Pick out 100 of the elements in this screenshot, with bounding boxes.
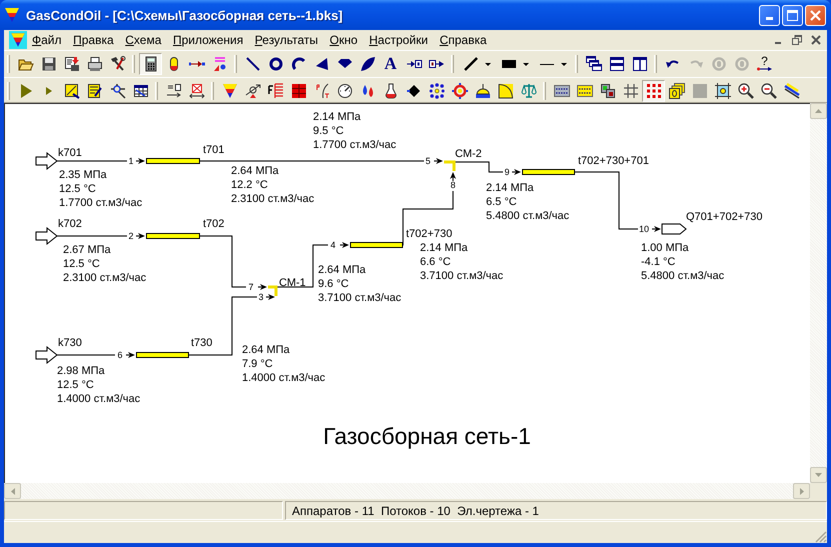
tile-horizontal-icon — [608, 56, 624, 72]
temperature-reading: 12.5 °C — [57, 379, 94, 391]
flow-reading: 1.7700 ст.м3/час — [313, 139, 396, 151]
temperature-reading: -4.1 °C — [641, 256, 676, 268]
flow-reading: 1.7700 ст.м3/час — [59, 197, 142, 209]
temperature-reading: 9.5 °C — [313, 125, 344, 137]
scheme-title: Газосборная сеть-1 — [323, 423, 531, 449]
sink-symbol[interactable] — [662, 224, 687, 234]
value-tag-icon — [576, 83, 592, 99]
drawing-board-icon — [64, 83, 80, 99]
flow-reading: 2.3100 ст.м3/час — [63, 272, 146, 284]
temperature-reading: 12.2 °C — [231, 179, 268, 191]
source-symbol[interactable] — [36, 226, 58, 246]
flow-reading: 1.4000 ст.м3/час — [242, 372, 326, 384]
toolbar-button[interactable] — [139, 53, 162, 75]
pipe-symbol[interactable] — [350, 242, 403, 248]
text-style-icon — [212, 56, 228, 72]
pipe-symbol[interactable] — [146, 233, 200, 239]
restore-icon — [791, 34, 803, 46]
hammer-wrench-icon — [110, 56, 126, 72]
table-icon — [132, 83, 148, 99]
flow-line — [574, 172, 638, 230]
stream-number: 3 — [258, 292, 264, 302]
brush-icon — [784, 83, 800, 99]
funnel-icon — [9, 31, 27, 49]
stream-number: 5 — [426, 156, 430, 166]
pipe-symbol[interactable] — [146, 158, 200, 164]
minimize-icon — [766, 17, 773, 20]
menu-item[interactable]: Результаты — [250, 33, 324, 47]
mixer-symbol[interactable] — [268, 286, 278, 296]
maximize-icon — [786, 8, 799, 22]
flow-reading: 2.3100 ст.м3/час — [231, 193, 314, 205]
flow-reading: 3.7100 ст.м3/час — [318, 292, 402, 304]
window-title: GasCondOil - [C:\Схемы\Газосборная сеть--1.bks] — [26, 8, 344, 22]
maximize-button[interactable] — [782, 4, 803, 26]
line-style-icon — [463, 56, 479, 72]
caret-icon — [815, 473, 822, 477]
mixer-label: СМ-2 — [455, 148, 482, 160]
source-symbol[interactable] — [36, 346, 58, 364]
dot-grid-icon — [646, 83, 662, 99]
note-arrow-icon — [166, 83, 182, 99]
source-symbol[interactable] — [36, 152, 58, 170]
flow-line — [198, 236, 246, 288]
pressure-reading: 1.00 МПа — [641, 242, 689, 254]
arrowhead-icon — [136, 158, 145, 164]
stream-number: 10 — [639, 224, 649, 234]
calculator-icon — [142, 56, 158, 72]
menu-item[interactable]: Приложения — [168, 33, 248, 47]
menu-item[interactable]: Окно — [324, 33, 363, 47]
caret-icon — [815, 109, 822, 113]
flow-line — [56, 160, 128, 162]
source-label: k701 — [58, 147, 82, 159]
rotate-icon — [734, 56, 750, 72]
menu-item[interactable]: Файл — [27, 33, 67, 47]
toolbar-button[interactable]: ? — [753, 53, 776, 75]
leaf-icon — [360, 56, 376, 72]
close-button[interactable] — [805, 4, 826, 26]
arrowhead-icon — [652, 226, 661, 232]
pressure-reading: 2.64 МПа — [231, 165, 279, 177]
menu-item[interactable]: Справка — [434, 33, 492, 47]
menu-item[interactable]: Схема — [120, 33, 166, 47]
temperature-reading: 7.9 °C — [242, 358, 273, 370]
temperature-reading: 12.5 °C — [63, 258, 100, 270]
card-stack-icon — [668, 83, 684, 99]
source-label: k730 — [58, 337, 82, 349]
quarter-circle-icon — [498, 83, 514, 99]
toolbar-button[interactable]: A — [379, 53, 402, 75]
flow-reading: 5.4800 ст.м3/час — [486, 210, 570, 222]
pipe-symbol[interactable] — [522, 169, 575, 175]
layers-icon — [600, 83, 616, 99]
resize-grip-icon — [815, 531, 827, 543]
temperature-reading: 12.5 °C — [59, 183, 96, 195]
pressure-reading: 2.14 МПа — [313, 111, 361, 123]
stream-number: 8 — [450, 180, 456, 190]
dots-icon — [428, 83, 444, 99]
arrowhead-icon — [266, 294, 275, 300]
menu-item[interactable]: Правка — [68, 33, 119, 47]
pressure-reading: 2.67 МПа — [63, 244, 111, 256]
flow-line — [56, 354, 116, 356]
restore-button[interactable] — [789, 33, 805, 47]
arrowhead-icon — [258, 284, 267, 290]
scheme-canvas[interactable] — [4, 103, 810, 483]
pipe-symbol[interactable] — [136, 352, 189, 358]
caret-icon — [485, 62, 491, 66]
pressure-reading: 2.14 МПа — [486, 182, 534, 194]
stream-number: 2 — [128, 231, 134, 241]
flask-icon — [382, 83, 398, 99]
caret-icon — [800, 488, 804, 494]
minimize-icon — [775, 42, 781, 44]
close-icon — [809, 8, 822, 22]
minimize-button[interactable] — [759, 4, 780, 26]
valve-icon — [244, 83, 260, 99]
stream-number: 7 — [248, 282, 254, 292]
arrowhead-icon — [450, 172, 456, 181]
network-icon — [110, 83, 126, 99]
line-icon — [244, 56, 260, 72]
zoom-out-icon — [760, 83, 776, 99]
menu-item[interactable]: Настройки — [364, 33, 433, 47]
arrowhead-icon — [126, 352, 135, 358]
square-icon — [692, 83, 708, 99]
